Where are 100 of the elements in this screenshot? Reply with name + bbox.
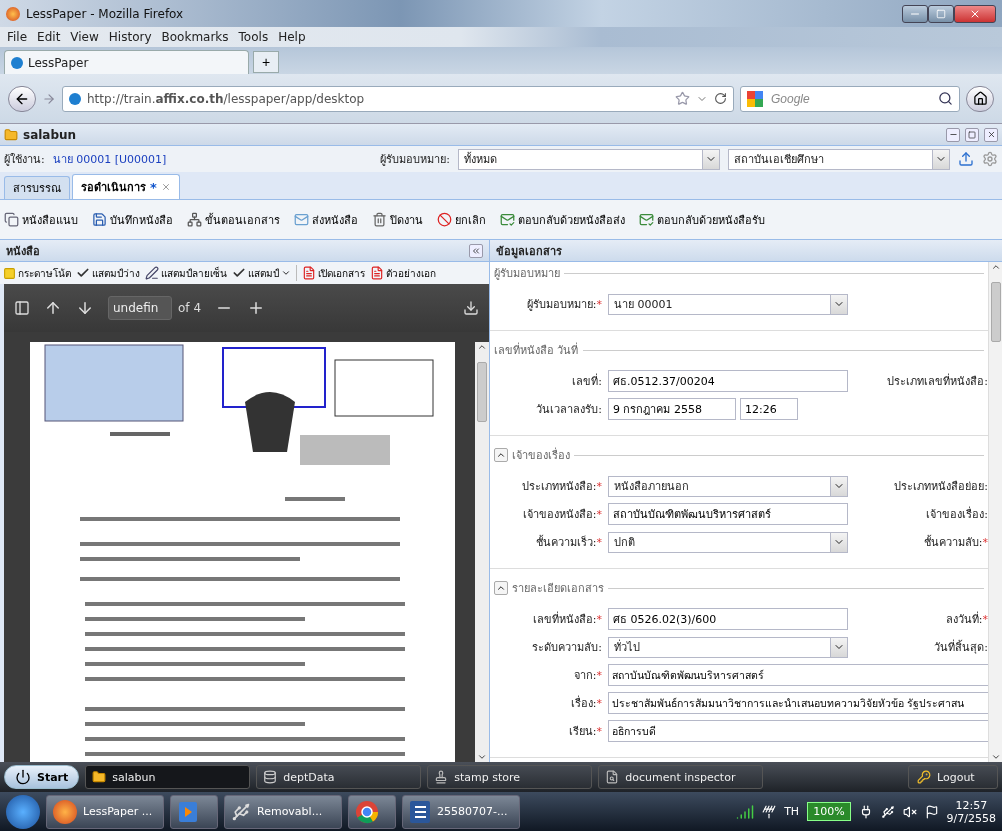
search-box[interactable]: Google xyxy=(740,85,960,112)
input-field[interactable]: ประชาสัมพันธ์การสัมมนาวิชาการและนำเสนอบทความวิจัยหัวข้อ รัฐประศาสน xyxy=(608,692,988,714)
scrollbar[interactable] xyxy=(988,262,1002,762)
toolbar-button[interactable]: แสตมป์ลายเซ็น xyxy=(145,265,227,281)
zoom-in-icon[interactable] xyxy=(247,299,265,317)
tab[interactable]: สารบรรณ xyxy=(4,176,70,199)
document-icon xyxy=(409,799,431,824)
minimize-button[interactable] xyxy=(902,4,928,23)
toolbar-button[interactable]: แสตมป์ xyxy=(232,265,291,281)
next-page-icon[interactable] xyxy=(76,299,94,317)
close-button[interactable] xyxy=(954,4,996,23)
menu-item[interactable]: File xyxy=(2,30,33,44)
toolbar-button[interactable]: ตอบกลับด้วยหนังสือรับ xyxy=(639,210,765,229)
assignee-combo[interactable]: ทั้งหมด xyxy=(458,148,720,170)
toolbar-button[interactable]: ขั้นตอนเอกสาร xyxy=(187,210,280,229)
collapse-toggle[interactable] xyxy=(494,448,508,462)
search-icon[interactable] xyxy=(938,91,953,106)
folder-icon xyxy=(92,770,107,784)
sidebar-toggle-icon[interactable] xyxy=(14,300,30,316)
taskbar-button[interactable]: 25580707-... xyxy=(402,794,520,829)
combo-field[interactable]: ทั่วไป xyxy=(608,636,848,658)
previous-page-icon[interactable] xyxy=(44,299,62,317)
menu-item[interactable]: Bookmarks xyxy=(156,30,234,44)
upload-icon[interactable] xyxy=(958,151,974,167)
taskbar-button[interactable]: salabun xyxy=(85,765,251,789)
restore-button[interactable] xyxy=(965,127,979,142)
toolbar-button[interactable]: แสตมป์ว่าง xyxy=(76,265,140,281)
scroll-thumb[interactable] xyxy=(990,282,1001,342)
start-button[interactable]: Start xyxy=(4,765,80,789)
tab[interactable]: รอดำเนินการ * xyxy=(72,174,180,199)
collapse-toggle[interactable] xyxy=(494,581,508,595)
taskbar-button[interactable]: LessPaper ... xyxy=(46,794,164,829)
toolbar-button[interactable]: ส่งหนังสือ xyxy=(294,210,358,229)
close-icon xyxy=(986,130,996,139)
menu-item[interactable]: Tools xyxy=(233,30,274,44)
logout-button[interactable]: Logout xyxy=(908,765,998,789)
scrollbar[interactable] xyxy=(475,342,489,762)
menu-item[interactable]: View xyxy=(65,30,104,44)
page-count: of 4 xyxy=(178,301,201,315)
input-field[interactable]: สถาบันบัณฑิตพัฒนบริหารศาสตร์ xyxy=(608,664,988,686)
taskbar-button[interactable]: stamp store xyxy=(427,765,593,789)
close-button[interactable] xyxy=(984,127,998,142)
browser-tab[interactable]: LessPaper xyxy=(4,50,249,74)
forward-icon[interactable] xyxy=(42,91,56,106)
reload-icon[interactable] xyxy=(714,92,727,105)
combo-field[interactable]: ปกติ xyxy=(608,531,848,553)
toolbar-button[interactable]: ตอบกลับด้วยหนังสือส่ง xyxy=(500,210,625,229)
taskbar-button[interactable] xyxy=(170,794,218,829)
field-label: จาก:* xyxy=(572,668,602,684)
taskbar-button[interactable] xyxy=(348,794,396,829)
page-number-field[interactable]: undefin xyxy=(108,296,172,320)
toolbar-button[interactable]: ปิดงาน xyxy=(372,210,423,229)
toolbar-button[interactable]: เปิดเอกสาร xyxy=(302,265,365,281)
envelope-check-icon xyxy=(500,212,515,227)
menu-item[interactable]: History xyxy=(103,30,157,44)
user-link[interactable]: นาย 00001 [U00001] xyxy=(52,150,167,168)
assignee-label: ผู้รับมอบหมาย: xyxy=(380,152,450,168)
combo-field[interactable]: หนังสือภายนอก xyxy=(608,475,848,497)
input-field[interactable]: อธิการบดี xyxy=(608,720,988,742)
database-icon xyxy=(263,770,278,784)
check-icon xyxy=(232,266,246,280)
restore-icon xyxy=(968,130,976,139)
field-label: ประเภทหนังสือ:* xyxy=(520,479,602,495)
home-button[interactable] xyxy=(966,85,994,112)
field-label: เรียน:* xyxy=(567,724,602,740)
menu-item[interactable]: Edit xyxy=(32,30,66,44)
address-field[interactable]: http://train.affix.co.th/lesspaper/app/desktop xyxy=(62,85,734,112)
minimize-button[interactable] xyxy=(946,127,960,142)
scroll-thumb[interactable] xyxy=(477,362,487,422)
field-label: ผู้รับมอบหมาย:* xyxy=(525,297,602,313)
toolbar-button[interactable]: ยกเลิก xyxy=(437,210,486,229)
input-field[interactable]: ศธ 0526.02(3)/600 xyxy=(608,608,848,630)
toolbar-button[interactable]: กระดาษโน้ต xyxy=(3,265,71,281)
toolbar-button[interactable]: บันทึกหนังสือ xyxy=(92,210,173,229)
taskbar-button[interactable]: document inspector xyxy=(598,765,764,789)
close-tab-icon[interactable] xyxy=(160,182,171,192)
time-field[interactable]: 12:26 xyxy=(740,398,798,420)
field-label: ประเภทเลขที่หนังสือ: xyxy=(886,372,988,390)
toolbar-button[interactable]: ตัวอย่างเอก xyxy=(370,265,436,281)
date-field[interactable]: 9 กรกฎาคม 2558 xyxy=(608,398,736,420)
start-orb[interactable] xyxy=(6,794,40,829)
taskbar-button[interactable]: deptData xyxy=(256,765,422,789)
pdf-icon xyxy=(370,266,384,280)
back-button[interactable] xyxy=(8,85,36,112)
input-field[interactable]: สถาบันบัณฑิตพัฒนบริหารศาสตร์ xyxy=(608,503,848,525)
new-tab-button[interactable]: + xyxy=(253,51,279,73)
taskbar-button[interactable]: Removabl... xyxy=(224,794,342,829)
organization-combo[interactable]: สถาบันเอเชียศึกษา xyxy=(728,148,950,170)
section-title: เลขที่หนังสือ วันที่ xyxy=(494,341,579,359)
menu-item[interactable]: Help xyxy=(273,30,311,44)
input-field[interactable]: ศธ.0512.37/00204 xyxy=(608,370,848,392)
language-indicator[interactable]: TH xyxy=(784,805,800,818)
volume-muted-icon[interactable] xyxy=(902,804,917,819)
maximize-button[interactable] xyxy=(928,4,954,23)
clock[interactable]: 12:57 9/7/2558 xyxy=(946,798,996,825)
envelope-check-icon xyxy=(639,212,654,227)
bookmark-star-icon[interactable] xyxy=(675,91,690,106)
combo-field[interactable]: นาย 00001 xyxy=(608,293,848,315)
download-icon[interactable] xyxy=(463,300,479,316)
toolbar-button[interactable]: หนังสือแนบ xyxy=(4,210,78,229)
